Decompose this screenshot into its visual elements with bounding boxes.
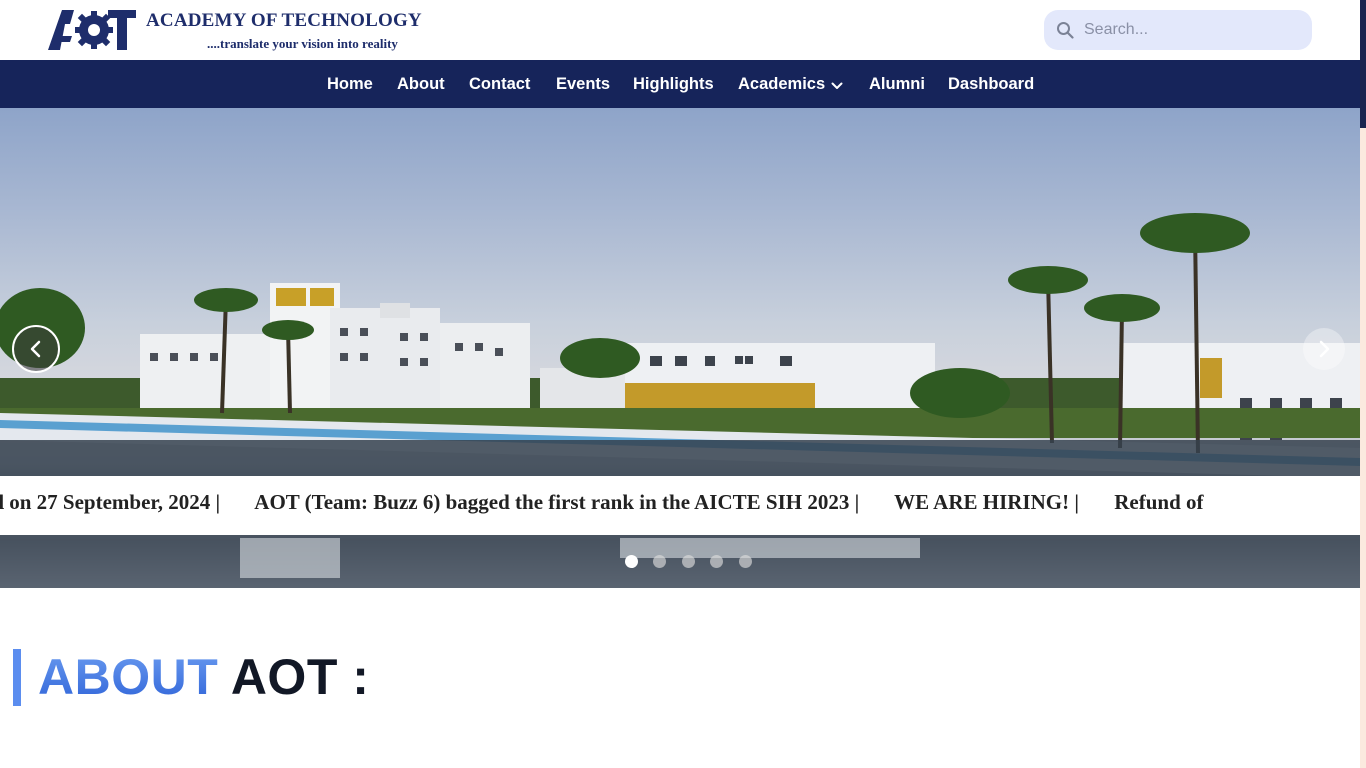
carousel-indicators — [625, 555, 763, 569]
about-heading-rest: AOT : — [230, 649, 370, 705]
nav-alumni[interactable]: Alumni — [869, 60, 925, 108]
hero-carousel: ed on 27 September, 2024 | AOT (Team: Bu… — [0, 108, 1360, 588]
site-header: ACADEMY OF TECHNOLOGY ....translate your… — [0, 0, 1360, 60]
about-heading: ABOUT AOT : — [38, 648, 369, 706]
nav-contact[interactable]: Contact — [469, 60, 530, 108]
carousel-dot-3[interactable] — [681, 555, 695, 568]
ticker-item[interactable]: ed on 27 September, 2024 | — [0, 490, 220, 514]
nav-events[interactable]: Events — [556, 60, 610, 108]
carousel-dot-2[interactable] — [653, 555, 667, 568]
search-box[interactable] — [1044, 10, 1312, 50]
carousel-dot-4[interactable] — [710, 555, 724, 568]
carousel-prev-button[interactable] — [12, 325, 60, 373]
nav-home[interactable]: Home — [327, 60, 373, 108]
chevron-down-icon — [831, 61, 843, 109]
nav-academics-label: Academics — [738, 75, 826, 93]
brand-tagline: ....translate your vision into reality — [207, 36, 398, 51]
nav-academics[interactable]: Academics — [738, 60, 843, 108]
brand-title: ACADEMY OF TECHNOLOGY — [146, 10, 422, 31]
about-heading-accent: ABOUT — [38, 649, 219, 705]
carousel-next-button[interactable] — [1303, 328, 1345, 370]
carousel-dot-5[interactable] — [738, 555, 752, 568]
ticker-item[interactable]: WE ARE HIRING! | — [894, 490, 1079, 514]
about-accent-bar — [13, 649, 21, 706]
nav-about[interactable]: About — [397, 60, 445, 108]
ticker-item[interactable]: AOT (Team: Buzz 6) bagged the first rank… — [254, 490, 859, 514]
nav-dashboard[interactable]: Dashboard — [948, 60, 1034, 108]
news-ticker[interactable]: ed on 27 September, 2024 | AOT (Team: Bu… — [0, 476, 1360, 535]
main-nav: Home About Contact Events Highlights Aca… — [0, 60, 1360, 108]
search-input[interactable] — [1084, 10, 1304, 50]
page-scrollbar-thumb[interactable] — [1360, 0, 1366, 128]
nav-highlights[interactable]: Highlights — [633, 60, 714, 108]
ticker-item[interactable]: Refund of — [1114, 490, 1203, 514]
aot-logo[interactable] — [48, 10, 136, 50]
carousel-dot-1[interactable] — [625, 555, 638, 568]
search-icon[interactable] — [1056, 21, 1074, 39]
